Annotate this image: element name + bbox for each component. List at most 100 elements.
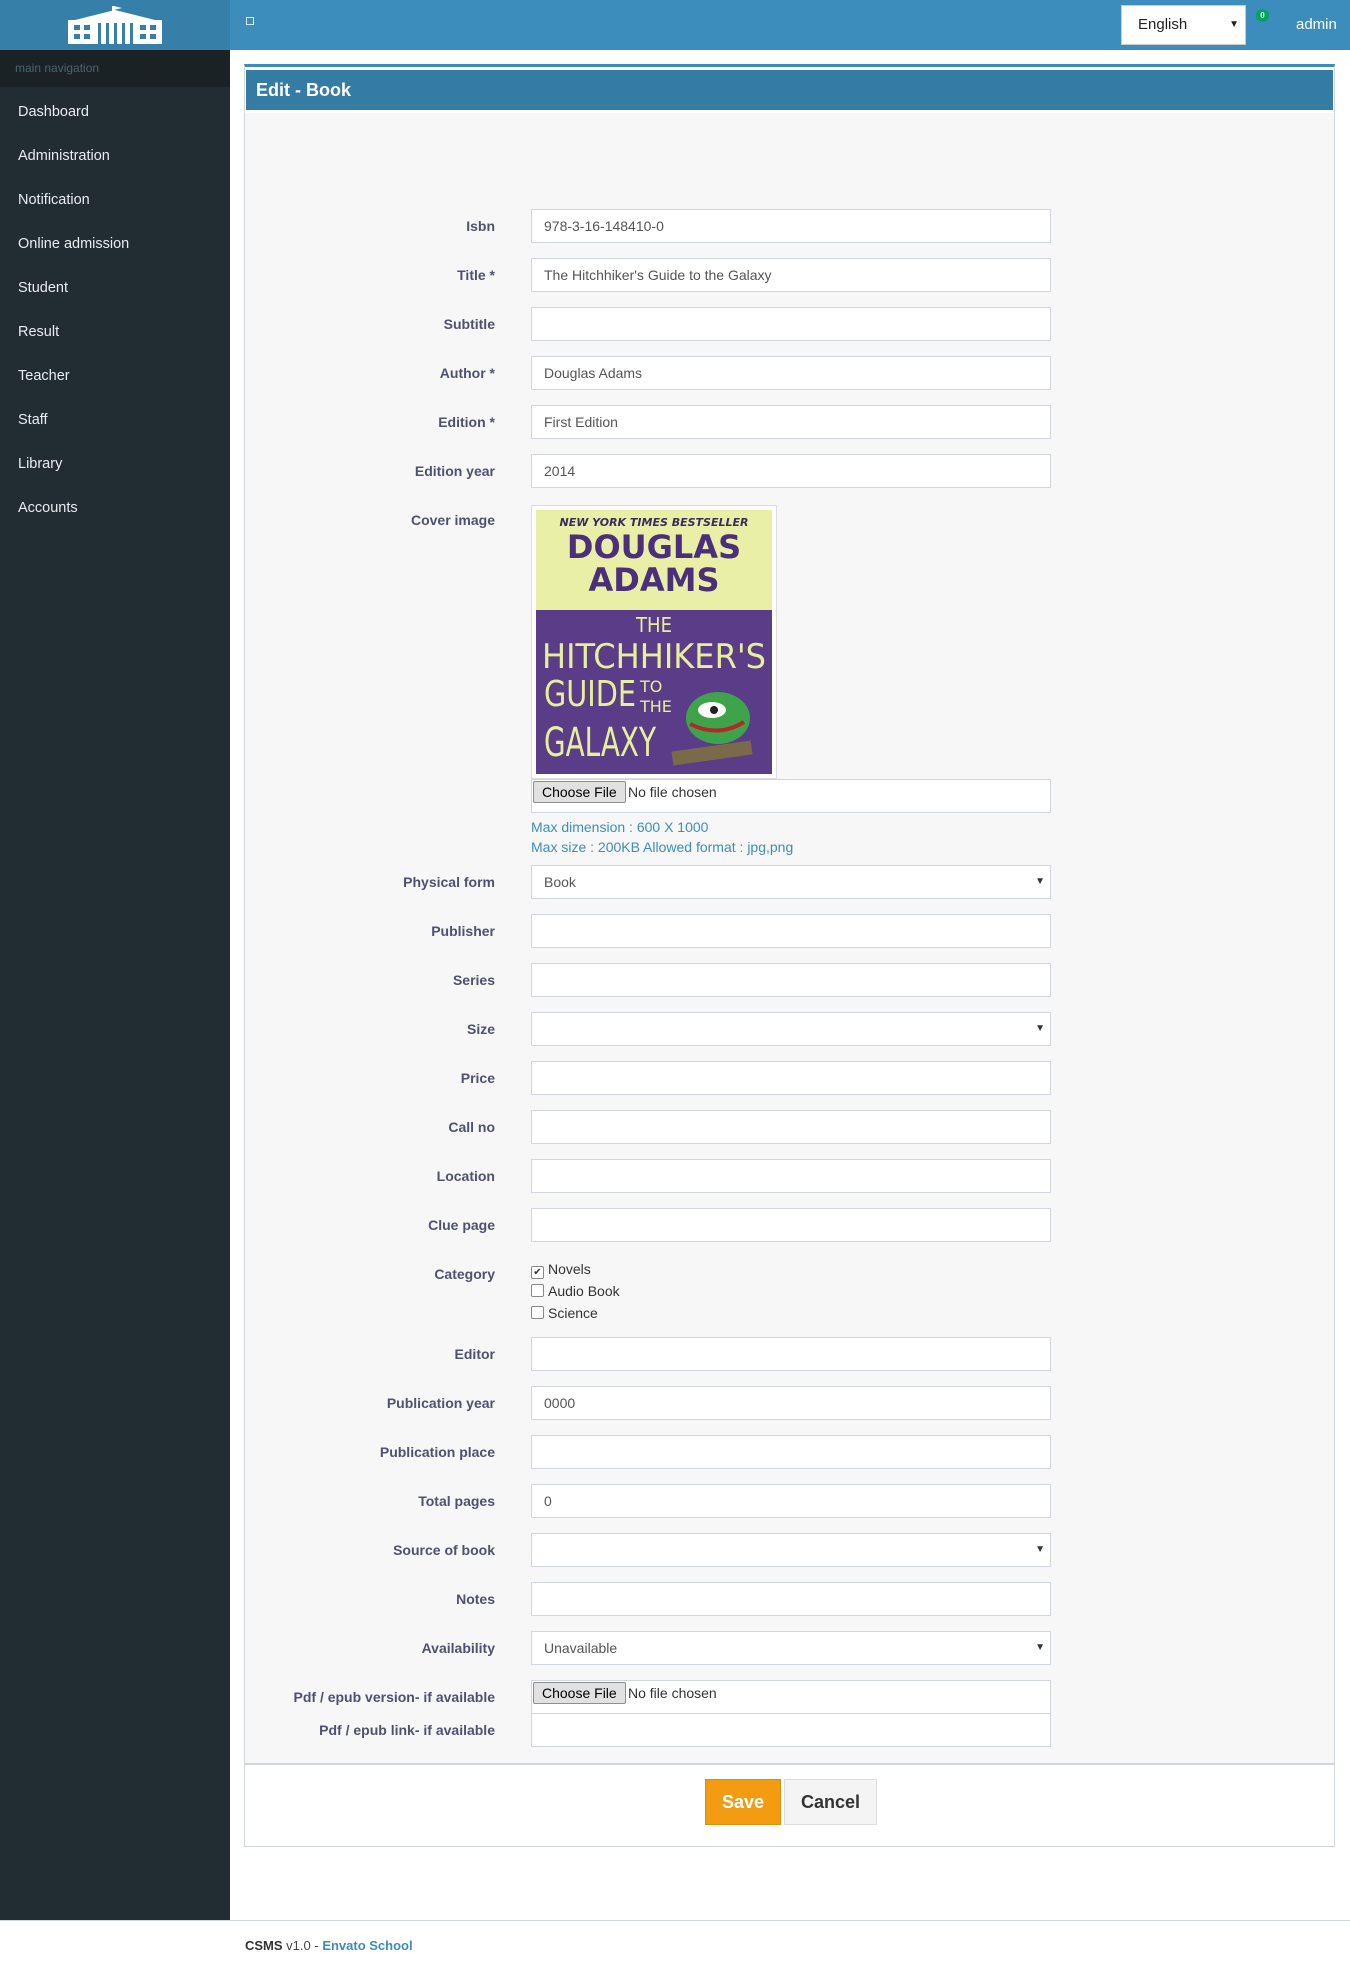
sidebar-item-teacher[interactable]: Teacher — [0, 354, 230, 398]
cover-choose-file-button[interactable]: Choose File — [533, 781, 626, 803]
footer-link[interactable]: Envato School — [322, 1938, 412, 1953]
size-select[interactable]: ▼ — [531, 1012, 1051, 1046]
language-select-value: English — [1138, 16, 1188, 33]
cancel-button[interactable]: Cancel — [784, 1779, 877, 1825]
language-select[interactable]: English ▼ — [1121, 5, 1246, 45]
cover-title-guide: GUIDE — [544, 674, 636, 715]
sidebar-item-administration[interactable]: Administration — [0, 134, 230, 178]
publisher-input[interactable] — [531, 914, 1051, 948]
subtitle-input[interactable] — [531, 307, 1051, 341]
price-input[interactable] — [531, 1061, 1051, 1095]
sidebar-item-result[interactable]: Result — [0, 310, 230, 354]
sidebar-item-dashboard[interactable]: Dashboard — [0, 90, 230, 134]
edition-input[interactable]: First Edition — [531, 405, 1051, 439]
sidebar-item-accounts[interactable]: Accounts — [0, 486, 230, 530]
logo[interactable] — [0, 0, 230, 50]
editor-input[interactable] — [531, 1337, 1051, 1371]
call-no-label: Call no — [448, 1119, 495, 1135]
sidebar-item-student[interactable]: Student — [0, 266, 230, 310]
chevron-down-icon: ▼ — [1229, 19, 1239, 30]
sidebar-item-library[interactable]: Library — [0, 442, 230, 486]
pdf-version-label: Pdf / epub version- if available — [293, 1689, 496, 1705]
edition-label: Edition * — [438, 414, 495, 430]
publication-year-row: Publication year 0000 — [245, 1386, 1334, 1420]
location-input[interactable] — [531, 1159, 1051, 1193]
call-no-row: Call no — [245, 1110, 1334, 1144]
availability-select[interactable]: Unavailable ▼ — [531, 1631, 1051, 1665]
isbn-input[interactable]: 978-3-16-148410-0 — [531, 209, 1051, 243]
series-input[interactable] — [531, 963, 1051, 997]
sidebar-toggle-button[interactable] — [246, 17, 254, 25]
footer-brand: CSMS — [245, 1938, 283, 1953]
cover-title-the: THE — [635, 613, 672, 637]
publisher-row: Publisher — [245, 914, 1334, 948]
clue-page-input[interactable] — [531, 1208, 1051, 1242]
form-body: Isbn 978-3-16-148410-0 Title * The Hitch… — [245, 113, 1334, 1765]
pdf-file-status: No file chosen — [628, 1685, 717, 1701]
page-footer: CSMS v1.0 - Envato School — [0, 1920, 1350, 1971]
physical-form-select[interactable]: Book ▼ — [531, 865, 1051, 899]
category-label: Category — [434, 1266, 495, 1282]
cover-title-to: TO — [639, 677, 662, 696]
chevron-down-icon: ▼ — [1035, 876, 1045, 887]
cover-title-line1: HITCHHIKER'S — [542, 637, 766, 677]
category-option-science[interactable]: Science — [531, 1305, 598, 1321]
checkbox-icon[interactable] — [531, 1284, 544, 1297]
pdf-link-input[interactable] — [531, 1713, 1051, 1747]
edition-year-input[interactable]: 2014 — [531, 454, 1051, 488]
notes-row: Notes — [245, 1582, 1334, 1616]
notification-badge[interactable]: 0 — [1256, 9, 1269, 22]
chevron-down-icon: ▼ — [1035, 1544, 1045, 1555]
user-menu[interactable]: admin — [1296, 16, 1337, 33]
edition-year-row: Edition year 2014 — [245, 454, 1334, 488]
checkbox-checked-icon[interactable]: ✔ — [531, 1266, 544, 1279]
publication-year-input[interactable]: 0000 — [531, 1386, 1051, 1420]
location-row: Location — [245, 1159, 1334, 1193]
series-label: Series — [452, 972, 495, 988]
category-option-audio-book[interactable]: Audio Book — [531, 1283, 620, 1299]
cover-image-file-input[interactable]: Choose File No file chosen — [531, 779, 1051, 813]
page-title: Edit - Book — [246, 70, 1333, 110]
pdf-choose-file-button[interactable]: Choose File — [533, 1682, 626, 1704]
cover-title-the2: THE — [639, 697, 672, 716]
total-pages-input[interactable]: 0 — [531, 1484, 1051, 1518]
editor-row: Editor — [245, 1337, 1334, 1371]
title-row: Title * The Hitchhiker's Guide to the Ga… — [245, 258, 1334, 292]
pdf-file-input[interactable]: Choose File No file chosen — [531, 1680, 1051, 1714]
footer-version: v1.0 - — [282, 1938, 323, 1953]
save-button[interactable]: Save — [705, 1779, 781, 1825]
subtitle-row: Subtitle — [245, 307, 1334, 341]
cover-title-galaxy: GALAXY — [544, 720, 656, 766]
category-option-label: Science — [548, 1305, 598, 1321]
physical-form-row: Physical form Book ▼ — [245, 865, 1334, 899]
publication-place-row: Publication place — [245, 1435, 1334, 1469]
isbn-row: Isbn 978-3-16-148410-0 — [245, 209, 1334, 243]
call-no-input[interactable] — [531, 1110, 1051, 1144]
sidebar-item-online-admission[interactable]: Online admission — [0, 222, 230, 266]
cover-file-status: No file chosen — [628, 784, 717, 800]
cover-help-size: Max size : 200KB Allowed format : jpg,pn… — [531, 839, 794, 855]
category-option-label: Audio Book — [548, 1283, 620, 1299]
source-of-book-label: Source of book — [393, 1542, 495, 1558]
author-input[interactable]: Douglas Adams — [531, 356, 1051, 390]
title-input[interactable]: The Hitchhiker's Guide to the Galaxy — [531, 258, 1051, 292]
publication-place-input[interactable] — [531, 1435, 1051, 1469]
form-footer: Save Cancel — [245, 1766, 1334, 1846]
availability-label: Availability — [421, 1640, 495, 1656]
sidebar: main navigation Dashboard Administration… — [0, 50, 230, 1920]
cover-image-preview: NEW YORK TIMES BESTSELLER DOUGLAS ADAMS … — [531, 505, 777, 779]
checkbox-icon[interactable] — [531, 1306, 544, 1319]
cover-image-label: Cover image — [410, 512, 495, 528]
pdf-link-row-visible: Pdf / epub link- if available — [245, 1713, 1334, 1747]
price-label: Price — [460, 1070, 495, 1086]
notes-input[interactable] — [531, 1582, 1051, 1616]
source-of-book-select[interactable]: ▼ — [531, 1533, 1051, 1567]
sidebar-item-notification[interactable]: Notification — [0, 178, 230, 222]
clue-page-row: Clue page — [245, 1208, 1334, 1242]
sidebar-item-staff[interactable]: Staff — [0, 398, 230, 442]
availability-value: Unavailable — [544, 1640, 618, 1656]
book-cover-image: NEW YORK TIMES BESTSELLER DOUGLAS ADAMS … — [532, 506, 776, 778]
source-of-book-row: Source of book ▼ — [245, 1533, 1334, 1567]
category-option-novels[interactable]: ✔ Novels — [531, 1261, 591, 1279]
notes-label: Notes — [456, 1591, 495, 1607]
